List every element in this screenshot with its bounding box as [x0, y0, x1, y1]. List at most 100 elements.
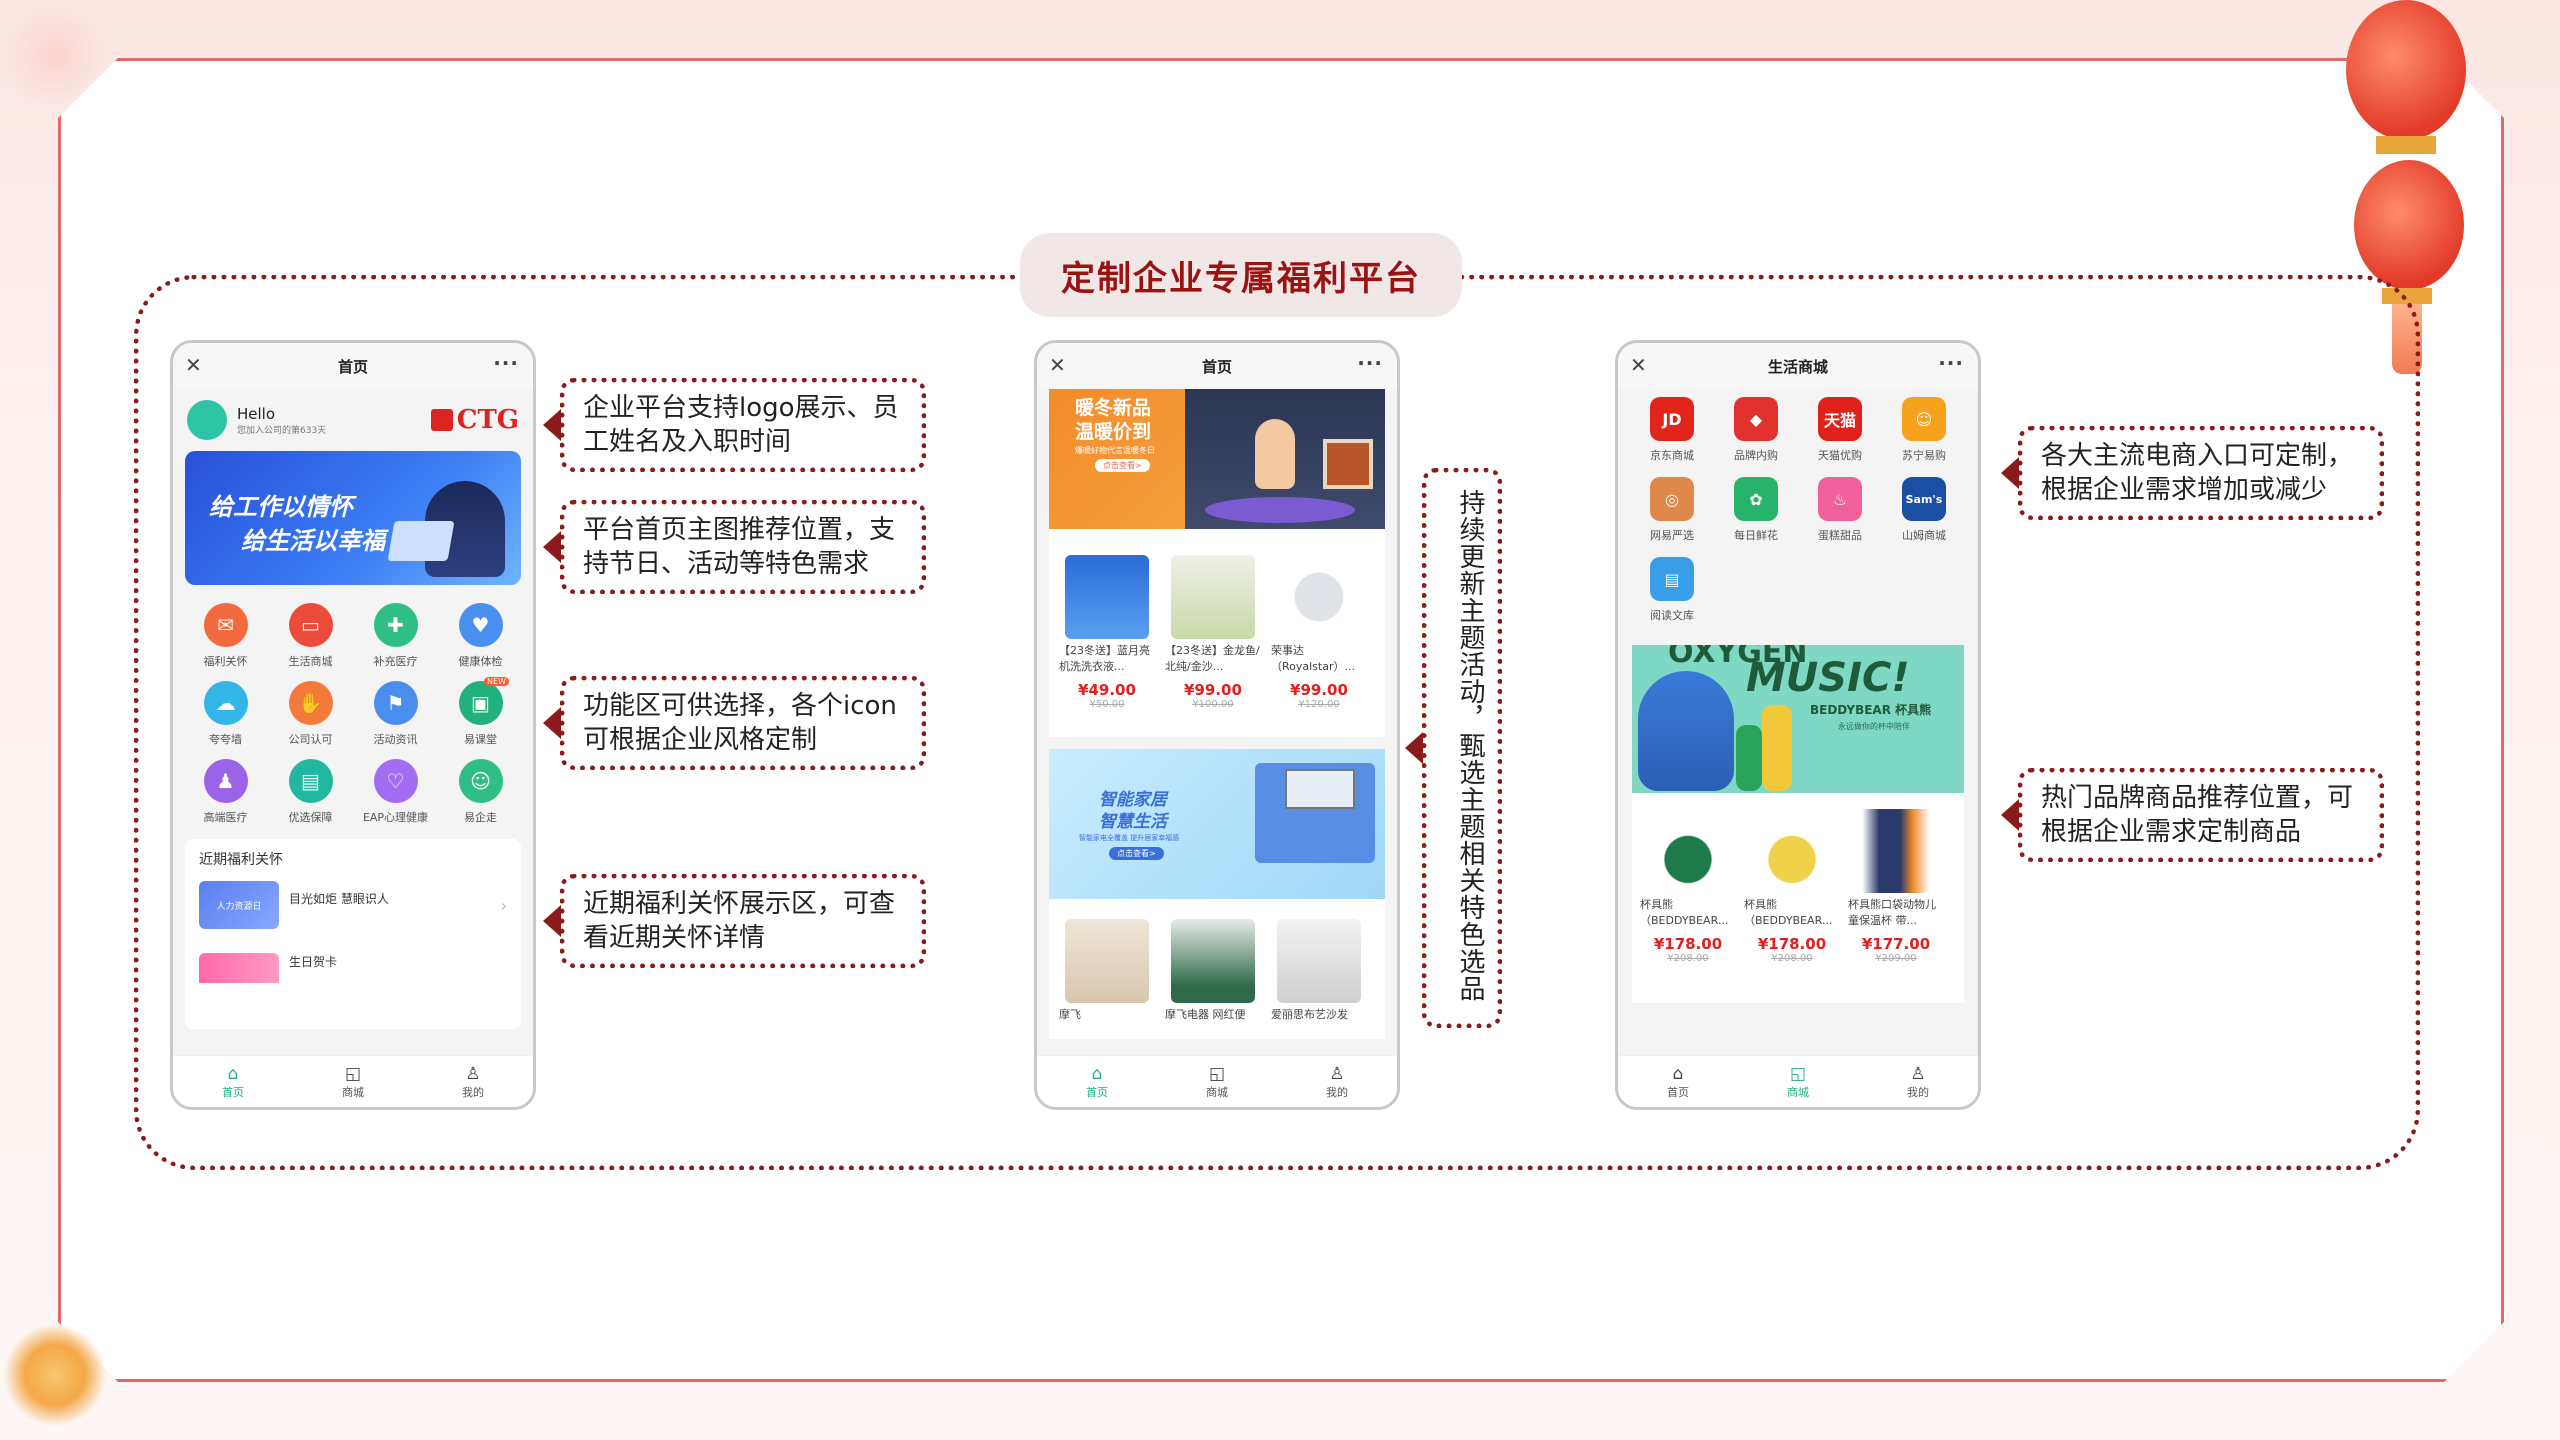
product-card[interactable]: 【23冬送】蓝月亮机洗洗衣液... ¥49.00 ¥50.00 — [1057, 555, 1157, 737]
close-icon[interactable]: ✕ — [185, 353, 202, 377]
shop-label: 天猫优购 — [1818, 449, 1862, 462]
recent-care-section: 近期福利关怀 人力资源日 目光如炬 慧眼识人 › 生日贺卡 — [185, 839, 521, 1029]
feature-medical[interactable]: ✚ 补充医疗 — [353, 603, 438, 669]
feature-praise-wall[interactable]: ☁ 夸夸墙 — [183, 681, 268, 747]
shop-icon: ▭ — [288, 603, 333, 647]
more-icon[interactable]: ··· — [493, 351, 519, 375]
feature-walk[interactable]: ☺ 易企走 — [438, 759, 523, 825]
brand-banner[interactable]: OXYGEN MUSIC! BEDDYBEAR 杯具熊 永远做你的杯中陪伴 — [1632, 645, 1964, 793]
recent-care-item[interactable]: 生日贺卡 — [199, 953, 507, 983]
feature-eap[interactable]: ♡ EAP心理健康 — [353, 759, 438, 825]
shop-entry[interactable]: ✿ 每日鲜花 — [1714, 477, 1798, 543]
tab-bar: ⌂ 首页 ◱ 商城 ♙ 我的 — [173, 1055, 533, 1107]
shop-entry[interactable]: ♨ 蛋糕甜品 — [1798, 477, 1882, 543]
shop-entry[interactable]: ▤ 阅读文库 — [1630, 557, 1714, 623]
feature-mall[interactable]: ▭ 生活商城 — [268, 603, 353, 669]
phone-title: 生活商城 — [1767, 357, 1828, 376]
banner-button[interactable]: 点击查看> — [1109, 847, 1164, 860]
product-card[interactable]: 摩飞电器 网红便 — [1163, 919, 1263, 1039]
product-card[interactable]: 杯具熊（BEDDYBEAR... ¥178.00 ¥208.00 — [1638, 809, 1738, 1003]
banner-line2: 给生活以幸福 — [241, 527, 385, 555]
tab-mine[interactable]: ♙ 我的 — [1858, 1056, 1978, 1107]
product-image — [1750, 809, 1834, 893]
callout-themes: 持续更新主题活动，甄选主题相关特色选品 — [1405, 468, 1502, 1028]
product-image — [1065, 919, 1149, 1003]
thumbs-up-icon: ✋ — [288, 681, 333, 725]
tab-home[interactable]: ⌂ 首页 — [173, 1056, 293, 1107]
shop-entry[interactable]: Sam's 山姆商城 — [1882, 477, 1966, 543]
feature-insurance[interactable]: ▤ 优选保障 — [268, 759, 353, 825]
classroom-icon: ▣ — [458, 681, 503, 725]
shop-logo-icon: ▤ — [1650, 557, 1694, 601]
product-card[interactable]: 荣事达（Royalstar）... ¥99.00 ¥120.00 — [1269, 555, 1369, 737]
shop-label: 网易严选 — [1650, 529, 1694, 542]
phone-header: ✕ 首页 ··· — [1037, 343, 1397, 389]
avatar[interactable] — [187, 400, 227, 440]
bottle-illustration — [1736, 725, 1762, 791]
shop-label: 蛋糕甜品 — [1818, 529, 1862, 542]
tab-home[interactable]: ⌂ 首页 — [1618, 1056, 1738, 1107]
shop-entry[interactable]: JD 京东商城 — [1630, 397, 1714, 463]
user-icon: ♙ — [1910, 1063, 1926, 1084]
close-icon[interactable]: ✕ — [1049, 353, 1066, 377]
document-icon: ▤ — [288, 759, 333, 803]
shop-label: 京东商城 — [1650, 449, 1694, 462]
product-image — [1065, 555, 1149, 639]
recent-care-item[interactable]: 人力资源日 目光如炬 慧眼识人 › — [199, 881, 507, 929]
feature-welfare[interactable]: ✉ 福利关怀 — [183, 603, 268, 669]
more-icon[interactable]: ··· — [1938, 351, 1964, 375]
product-card[interactable]: 【23冬送】金龙鱼/北纯/金沙... ¥99.00 ¥100.00 — [1163, 555, 1263, 737]
banner-title-1: 暖冬新品 — [1075, 397, 1152, 419]
banner-button[interactable]: 点击查看> — [1095, 459, 1150, 472]
brand-products: 杯具熊（BEDDYBEAR... ¥178.00 ¥208.00 杯具熊（BEDDY… — [1632, 793, 1964, 1003]
shop-logo-icon: ✿ — [1734, 477, 1778, 521]
shop-grid: JD 京东商城 ◆ 品牌内购 天猫 天猫优购 ☺ 苏宁易购 ◎ 网易严选 ✿ 每日鲜花 ♨ 蛋糕甜品 Sam… — [1618, 389, 1978, 623]
feature-classroom[interactable]: ▣ NEW 易课堂 — [438, 677, 523, 747]
banner-subtitle: 智能家电全覆盖 提升居家幸福感 — [1079, 834, 1180, 842]
product-row-2: 摩飞 摩飞电器 网红便 爱丽思布艺沙发 — [1049, 899, 1385, 1039]
more-icon[interactable]: ··· — [1357, 351, 1383, 375]
tab-mine[interactable]: ♙ 我的 — [413, 1056, 533, 1107]
feature-checkup[interactable]: ♥ 健康体检 — [438, 603, 523, 669]
product-card[interactable]: 摩飞 — [1057, 919, 1157, 1039]
close-icon[interactable]: ✕ — [1630, 353, 1647, 377]
new-badge: NEW — [484, 677, 509, 686]
shop-logo-icon: Sam's — [1902, 477, 1946, 521]
product-image — [1277, 555, 1361, 639]
banner-line1: 给工作以情怀 — [209, 493, 353, 521]
feature-recognition[interactable]: ✋ 公司认可 — [268, 681, 353, 747]
product-row-1: 【23冬送】蓝月亮机洗洗衣液... ¥49.00 ¥50.00 【23冬送】金龙鱼/… — [1049, 529, 1385, 737]
product-card[interactable]: 杯具熊口袋动物儿童保温杯 带... ¥177.00 ¥209.00 — [1846, 809, 1946, 1003]
shop-logo-icon: JD — [1650, 397, 1694, 441]
callout-logo: 企业平台支持logo展示、员工姓名及入职时间 — [543, 378, 926, 472]
shop-entry[interactable]: 天猫 天猫优购 — [1798, 397, 1882, 463]
shop-logo-icon: ☺ — [1902, 397, 1946, 441]
winter-banner[interactable]: 暖冬新品 温暖价到 爆暖好物代言温暖冬日 点击查看> — [1049, 389, 1385, 529]
shield-icon: ✚ — [373, 603, 418, 647]
tab-mall[interactable]: ◱ 商城 — [1157, 1056, 1277, 1107]
callout-banner: 平台首页主图推荐位置，支持节日、活动等特色需求 — [543, 500, 926, 594]
banner-brand: BEDDYBEAR 杯具熊 — [1810, 703, 1932, 717]
banner-subtitle: 永远做你的杯中陪伴 — [1838, 722, 1910, 731]
bottle-illustration — [1762, 705, 1792, 791]
product-image — [1277, 919, 1361, 1003]
product-card[interactable]: 爱丽思布艺沙发 — [1269, 919, 1369, 1039]
shop-entry[interactable]: ◆ 品牌内购 — [1714, 397, 1798, 463]
tab-mall[interactable]: ◱ 商城 — [1738, 1056, 1858, 1107]
shop-entry[interactable]: ☺ 苏宁易购 — [1882, 397, 1966, 463]
flag-icon: ⚑ — [373, 681, 418, 725]
feature-news[interactable]: ⚑ 活动资讯 — [353, 681, 438, 747]
bag-icon: ◱ — [1208, 1063, 1226, 1084]
shop-label: 每日鲜花 — [1734, 529, 1778, 542]
page-title: 定制企业专属福利平台 — [1020, 233, 1462, 317]
shop-entry[interactable]: ◎ 网易严选 — [1630, 477, 1714, 543]
phone-header: ✕ 生活商城 ··· — [1618, 343, 1978, 389]
home-banner[interactable]: 给工作以情怀 给生活以幸福 — [185, 451, 521, 585]
feature-premium-medical[interactable]: ♟ 高端医疗 — [183, 759, 268, 825]
tab-home[interactable]: ⌂ 首页 — [1037, 1056, 1157, 1107]
smart-home-banner[interactable]: 智能家居 智慧生活 智能家电全覆盖 提升居家幸福感 点击查看> — [1049, 749, 1385, 899]
tab-mall[interactable]: ◱ 商城 — [293, 1056, 413, 1107]
product-card[interactable]: 杯具熊（BEDDYBEAR... ¥178.00 ¥208.00 — [1742, 809, 1842, 1003]
chevron-right-icon: › — [500, 895, 507, 915]
tab-mine[interactable]: ♙ 我的 — [1277, 1056, 1397, 1107]
